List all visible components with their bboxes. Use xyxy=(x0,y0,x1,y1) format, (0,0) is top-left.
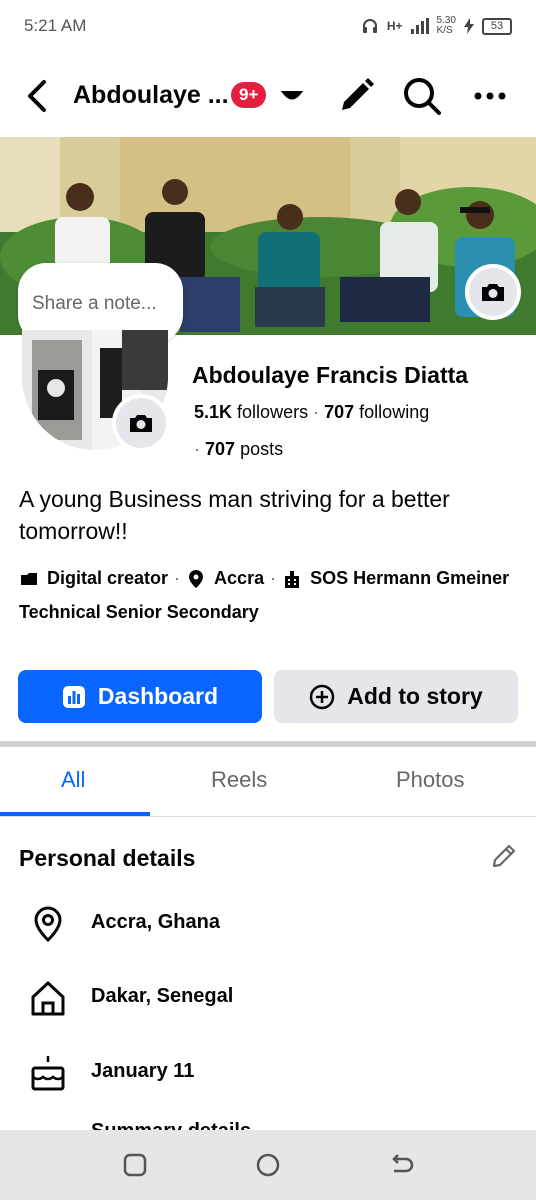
more-options-button[interactable] xyxy=(468,74,512,118)
stats-separator: · xyxy=(194,439,200,459)
detail-text: Accra, Ghana xyxy=(91,911,220,933)
status-icons: H+ 5.30 K/S 53 xyxy=(361,16,512,36)
tab-all[interactable]: All xyxy=(61,767,85,793)
dashboard-label: Dashboard xyxy=(97,683,219,709)
headphones-icon xyxy=(362,19,377,33)
network-type: H+ xyxy=(386,19,403,33)
posts-stats: · 707 posts xyxy=(194,439,283,460)
pencil-outline-icon xyxy=(492,844,516,868)
following-label[interactable]: following xyxy=(359,402,429,422)
signal-icon xyxy=(410,18,429,34)
home-icon xyxy=(28,978,68,1018)
back-nav-button[interactable] xyxy=(386,1150,416,1180)
followers-count[interactable]: 5.1K xyxy=(194,402,232,422)
header-title[interactable]: Abdoulaye ... xyxy=(73,81,229,110)
pencil-icon xyxy=(342,78,374,110)
followers-label[interactable]: followers xyxy=(237,402,308,422)
stats-separator: · xyxy=(313,402,320,422)
status-bar: 5:21 AM H+ 5.30 K/S 53 xyxy=(0,0,536,52)
info-separator: · xyxy=(270,568,277,588)
share-note-placeholder: Share a note... xyxy=(32,293,157,314)
category-text: Digital creator xyxy=(47,568,169,588)
notification-badge[interactable]: 9+ xyxy=(231,82,267,108)
search-button[interactable] xyxy=(400,74,444,118)
search-icon xyxy=(404,78,441,115)
dashboard-icon xyxy=(62,685,85,708)
detail-partial-text: Summary details xyxy=(91,1120,251,1130)
location-text: Accra xyxy=(214,568,265,588)
charging-icon xyxy=(464,18,474,34)
back-nav-icon xyxy=(392,1154,414,1173)
edit-profile-button[interactable] xyxy=(334,74,378,118)
posts-label: posts xyxy=(240,439,284,459)
birthday-cake-icon xyxy=(28,1053,68,1093)
recents-icon xyxy=(123,1153,147,1177)
intro-line-1: Digital creator · Accra · SOS Hermann Gm… xyxy=(19,568,509,589)
profile-bio: A young Business man striving for a bett… xyxy=(19,486,450,544)
battery-indicator: 53 xyxy=(482,17,512,35)
category-icon xyxy=(19,569,39,589)
edit-details-button[interactable] xyxy=(488,840,520,872)
detail-row-current-city: Accra, Ghana xyxy=(0,898,536,948)
school-icon xyxy=(282,569,302,589)
following-count[interactable]: 707 xyxy=(324,402,354,422)
system-nav-bar xyxy=(0,1130,536,1200)
location-pin-icon xyxy=(186,569,206,589)
more-dots-icon xyxy=(474,92,506,100)
personal-details-title: Personal details xyxy=(19,845,196,871)
tab-reels[interactable]: Reels xyxy=(211,767,267,793)
info-separator: · xyxy=(174,568,181,588)
camera-icon xyxy=(130,415,152,432)
follow-stats: 5.1K followers · 707 following xyxy=(194,402,429,423)
active-tab-indicator xyxy=(0,812,150,816)
recents-button[interactable] xyxy=(120,1150,150,1180)
account-switcher-button[interactable] xyxy=(278,82,306,110)
edit-cover-photo-button[interactable] xyxy=(465,264,521,320)
add-circle-icon xyxy=(310,684,335,709)
home-button[interactable] xyxy=(253,1150,283,1180)
dashboard-button[interactable]: Dashboard xyxy=(18,670,262,723)
profile-name: Abdoulaye Francis Diatta xyxy=(192,362,469,388)
network-speed: 5.30 K/S xyxy=(436,15,456,36)
detail-row-hometown: Dakar, Senegal xyxy=(0,972,536,1022)
school-text-continued: Technical Senior Secondary xyxy=(19,602,259,622)
detail-row-birthday: January 11 xyxy=(0,1047,536,1097)
back-arrow-icon xyxy=(28,80,46,112)
add-to-story-label: Add to story xyxy=(347,683,483,709)
add-to-story-button[interactable]: Add to story xyxy=(274,670,518,723)
home-circle-icon xyxy=(256,1153,280,1177)
caret-down-icon xyxy=(281,91,303,100)
camera-icon xyxy=(482,284,504,301)
back-button[interactable] xyxy=(20,76,54,116)
intro-line-2: Technical Senior Secondary xyxy=(19,602,259,623)
posts-count: 707 xyxy=(205,439,236,459)
detail-text: January 11 xyxy=(91,1060,195,1082)
status-time: 5:21 AM xyxy=(24,16,87,35)
edit-profile-picture-button[interactable] xyxy=(112,394,170,452)
profile-tabs: All Reels Photos xyxy=(0,747,536,817)
tab-photos[interactable]: Photos xyxy=(396,767,465,793)
location-pin-icon xyxy=(28,904,68,944)
school-text: SOS Hermann Gmeiner xyxy=(310,568,510,588)
detail-text: Dakar, Senegal xyxy=(91,985,234,1007)
profile-header: Abdoulaye ... 9+ xyxy=(0,60,536,132)
